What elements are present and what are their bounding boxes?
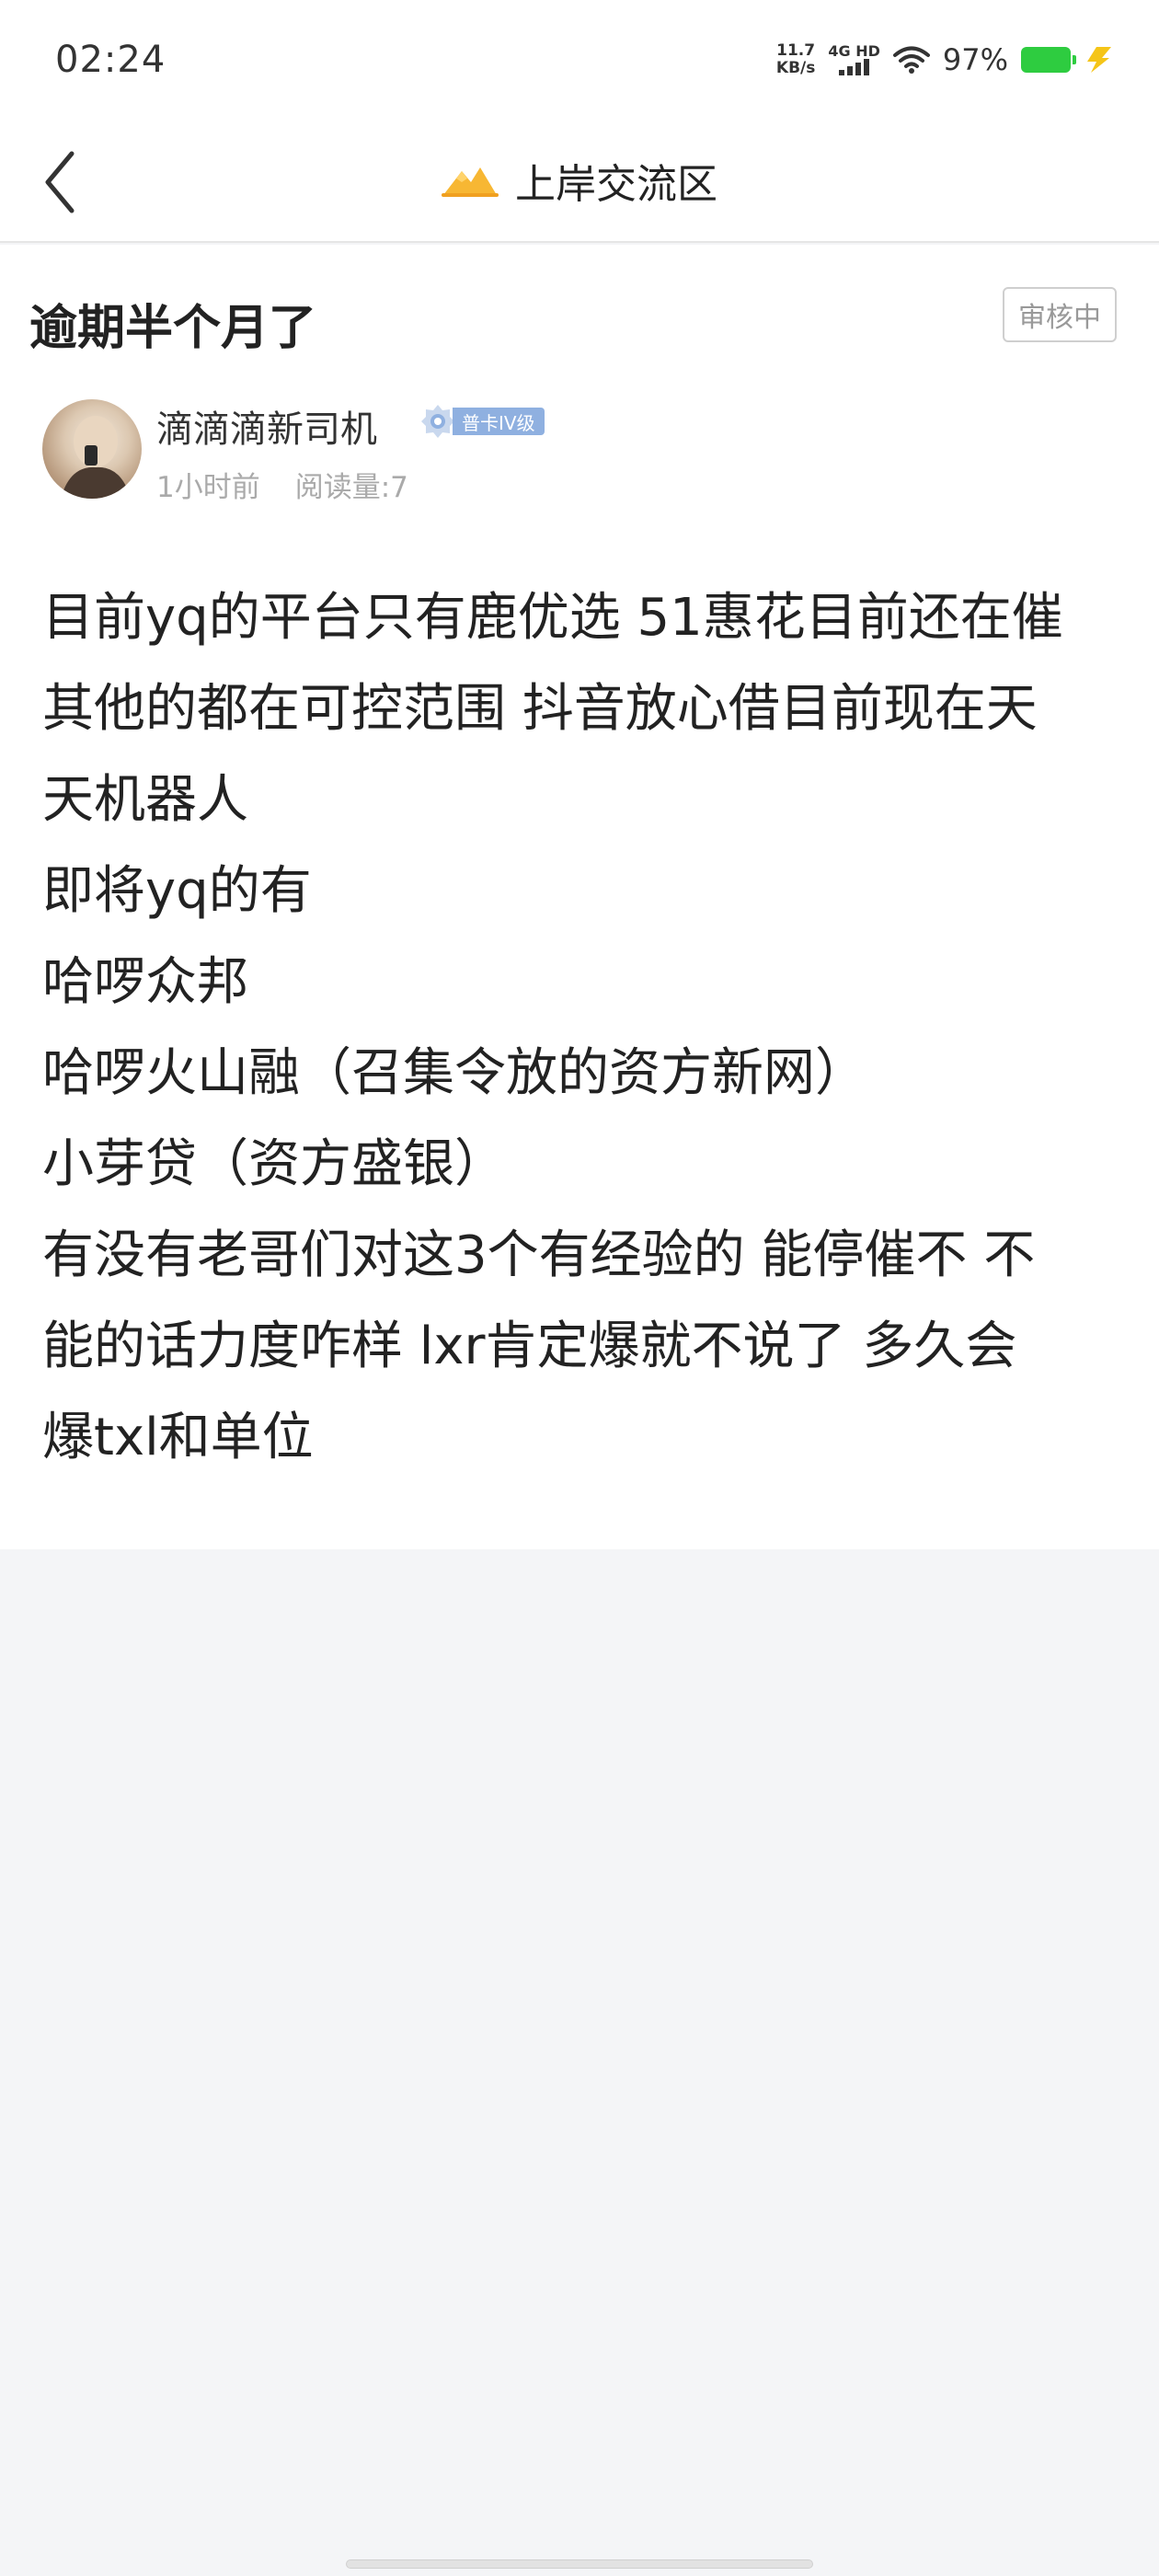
level-label: 普卡IV级 <box>453 408 545 435</box>
avatar-image <box>61 416 131 499</box>
post-body-line: 目前yq的平台只有鹿优选 51惠花目前还在催 <box>42 588 1063 648</box>
medal-icon <box>421 405 454 438</box>
post-body-line: 爆txl和单位 <box>42 1408 314 1467</box>
cellular-signal-icon: 4G HD <box>828 44 880 75</box>
network-speed-unit: KB/s <box>775 59 816 77</box>
status-time: 02:24 <box>55 39 166 81</box>
author-name[interactable]: 滴滴滴新司机 <box>156 399 377 453</box>
status-badge: 审核中 <box>1003 287 1117 342</box>
status-icons: 11.7 KB/s 4G HD 97% <box>776 37 1115 83</box>
post-body-line: 天机器人 <box>42 770 248 830</box>
post-body-line: 哈啰众邦 <box>42 952 248 1012</box>
read-count: 阅读量:7 <box>294 471 408 504</box>
post-body-line: 小芽贷（资方盛银） <box>42 1134 506 1194</box>
post-title: 逾期半个月了 <box>29 301 317 356</box>
level-badge: 普卡IV级 <box>419 401 545 442</box>
post-body-line: 其他的都在可控范围 抖音放心借目前现在天 <box>42 679 1038 739</box>
battery-percent: 97% <box>942 42 1008 77</box>
post-time: 1小时前 <box>156 471 260 504</box>
battery-icon <box>1021 47 1076 73</box>
page-title: 上岸交流区 <box>515 161 717 208</box>
wifi-icon <box>892 46 930 74</box>
network-speed-value: 11.7 <box>776 41 816 60</box>
avatar[interactable] <box>42 399 142 499</box>
post-body-line: 能的话力度咋样 lxr肯定爆就不说了 多久会 <box>42 1317 1017 1376</box>
post-body: 目前yq的平台只有鹿优选 51惠花目前还在催 其他的都在可控范围 抖音放心借目前… <box>42 572 1128 1483</box>
status-bar: 02:24 11.7 KB/s 4G HD 97% <box>0 0 1159 120</box>
app-header: 上岸交流区 <box>0 120 1159 243</box>
mountain-logo-icon <box>442 167 499 197</box>
post-body-line: 有没有老哥们对这3个有经验的 能停催不 不 <box>42 1225 1036 1285</box>
post-body-line: 哈啰火山融（召集令放的资方新网） <box>42 1043 866 1103</box>
header-title-group: 上岸交流区 <box>0 120 1159 241</box>
charging-bolt-icon <box>1087 47 1111 73</box>
network-speed: 11.7 KB/s <box>776 42 815 77</box>
home-indicator[interactable] <box>346 2559 813 2569</box>
signal-label: 4G HD <box>828 42 880 60</box>
post-meta: 1小时前 阅读量:7 <box>156 464 408 505</box>
post-body-line: 即将yq的有 <box>42 861 312 921</box>
post-card: 逾期半个月了 审核中 滴滴滴新司机 普卡IV级 1小时前 阅读量:7 目前yq的… <box>0 245 1159 1549</box>
